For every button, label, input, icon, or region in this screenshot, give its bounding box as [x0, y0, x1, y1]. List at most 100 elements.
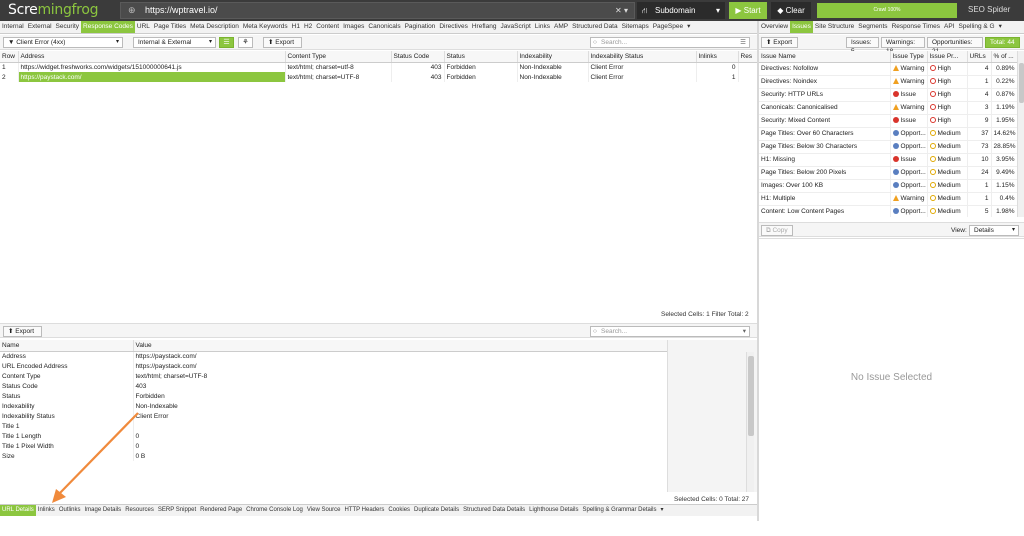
issue-urls-cell[interactable]: 1 — [967, 75, 992, 89]
cell-status[interactable]: Forbidden — [444, 62, 518, 72]
issue-urls-cell[interactable]: 24 — [967, 166, 992, 180]
scope-select[interactable]: Internal & External ▾ — [133, 37, 216, 48]
detail-search-input[interactable]: ○ Search... ▾ — [590, 326, 750, 337]
issue-percent-cell[interactable]: 14.62% — [991, 127, 1017, 141]
issue-name-cell[interactable]: Security: Mixed Content — [759, 114, 891, 128]
tab-amp[interactable]: AMP — [552, 21, 570, 33]
tab-javascript[interactable]: JavaScript — [498, 21, 532, 33]
issue-type-cell[interactable]: Issue — [890, 114, 928, 128]
bottom-tab-serp-snippet[interactable]: SERP Snippet — [156, 505, 198, 516]
cell-extra[interactable] — [738, 62, 758, 72]
issue-row[interactable]: Directives: Nofollow Warning High 4 0.89% — [759, 62, 1017, 76]
issue-name-cell[interactable]: Directives: Noindex — [759, 75, 891, 89]
issue-name-cell[interactable]: Security: HTTP URLs — [759, 88, 891, 102]
issue-type-cell[interactable]: Opport... — [890, 166, 928, 180]
tab-overflow-icon[interactable]: ▾ — [685, 21, 692, 33]
issue-urls-cell[interactable]: 1 — [967, 179, 992, 193]
issue-type-cell[interactable]: Opport... — [890, 179, 928, 193]
bottom-tab-http-headers[interactable]: HTTP Headers — [342, 505, 386, 516]
issue-name-cell[interactable]: Canonicals: Canonicalised — [759, 101, 891, 115]
bottom-tab-cookies[interactable]: Cookies — [386, 505, 412, 516]
cell-address[interactable]: https://widget.freshworks.com/widgets/15… — [18, 62, 286, 72]
tab-content[interactable]: Content — [314, 21, 341, 33]
right-tab-api[interactable]: API — [942, 21, 956, 33]
cell-address[interactable]: https://paystack.com/ — [18, 72, 286, 82]
tab-canonicals[interactable]: Canonicals — [366, 21, 402, 33]
column-header-status[interactable]: Status — [444, 51, 518, 63]
bottom-tab-url-details[interactable]: URL Details — [0, 505, 36, 516]
cell-row[interactable]: 1 — [0, 62, 19, 72]
bottom-tab-rendered-page[interactable]: Rendered Page — [198, 505, 244, 516]
tab-security[interactable]: Security — [54, 21, 81, 33]
column-header-indexability[interactable]: Indexability — [517, 51, 589, 63]
detail-scrollbar-thumb[interactable] — [748, 356, 754, 436]
detail-value-cell[interactable]: 0 — [133, 441, 667, 451]
bottom-tab-chrome-console-log[interactable]: Chrome Console Log — [244, 505, 305, 516]
bottom-tab-view-source[interactable]: View Source — [305, 505, 343, 516]
pane-divider[interactable] — [757, 21, 759, 521]
copy-button[interactable]: ⧉ Copy — [761, 225, 793, 236]
issue-type-cell[interactable]: Opport... — [890, 140, 928, 154]
detail-scrollbar[interactable] — [746, 352, 754, 492]
issues-header-issue-name[interactable]: Issue Name — [759, 51, 891, 63]
issue-urls-cell[interactable]: 10 — [967, 153, 992, 167]
issue-percent-cell[interactable]: 0.4% — [991, 192, 1017, 206]
cell-indexability[interactable]: Non-Indexable — [517, 72, 589, 82]
warnings-count-badge[interactable]: Warnings: 18 — [881, 37, 925, 55]
tab-links[interactable]: Links — [533, 21, 552, 33]
issue-percent-cell[interactable]: 1.19% — [991, 101, 1017, 115]
issue-row[interactable]: Content: Low Content Pages Opport... Mediu… — [759, 205, 1017, 217]
cell-status-code[interactable]: 403 — [391, 62, 445, 72]
issue-name-cell[interactable]: Directives: Nofollow — [759, 62, 891, 76]
issue-priority-cell[interactable]: High — [927, 101, 968, 115]
clear-button[interactable]: ◆ Clear — [771, 2, 811, 19]
cell-status-code[interactable]: 403 — [391, 72, 445, 82]
view-select[interactable]: Details ▾ — [969, 225, 1019, 236]
detail-name-cell[interactable]: Status Code — [0, 381, 134, 391]
tab-pagespee[interactable]: PageSpee — [651, 21, 685, 33]
url-input[interactable]: ⊕ https://wptravel.io/ ✕ ▾ — [120, 2, 635, 19]
issue-name-cell[interactable]: Page Titles: Below 200 Pixels — [759, 166, 891, 180]
detail-name-cell[interactable]: URL Encoded Address — [0, 361, 134, 371]
cell-content-type[interactable]: text/html; charset=utf-8 — [285, 62, 392, 72]
tab-structured-data[interactable]: Structured Data — [570, 21, 620, 33]
issue-percent-cell[interactable]: 0.87% — [991, 88, 1017, 102]
issue-percent-cell[interactable]: 1.95% — [991, 114, 1017, 128]
issue-percent-cell[interactable]: 28.85% — [991, 140, 1017, 154]
opportunities-count-badge[interactable]: Opportunities: 21 — [927, 37, 983, 55]
detail-export-button[interactable]: ⬆ Export — [3, 326, 42, 337]
detail-row[interactable]: Status Code 403 — [0, 381, 667, 391]
issue-urls-cell[interactable]: 37 — [967, 127, 992, 141]
issue-percent-cell[interactable]: 1.15% — [991, 179, 1017, 193]
issue-type-cell[interactable]: Issue — [890, 88, 928, 102]
tab-h2[interactable]: H2 — [302, 21, 314, 33]
detail-row[interactable]: Address https://paystack.com/ — [0, 351, 667, 361]
tree-view-icon[interactable]: ⚘ — [238, 37, 253, 48]
right-tab-spelling-g[interactable]: Spelling & G — [956, 21, 996, 33]
issues-scrollbar-thumb[interactable] — [1019, 63, 1024, 103]
cell-indexability[interactable]: Non-Indexable — [517, 62, 589, 72]
issue-name-cell[interactable]: Page Titles: Below 30 Characters — [759, 140, 891, 154]
issue-row[interactable]: Page Titles: Below 30 Characters Opport..… — [759, 140, 1017, 154]
start-button[interactable]: ▶ Start — [729, 2, 767, 19]
issue-type-cell[interactable]: Opport... — [890, 127, 928, 141]
bottom-tab-duplicate-details[interactable]: Duplicate Details — [412, 505, 461, 516]
url-clear-and-dropdown-icon[interactable]: ✕ ▾ — [615, 3, 628, 18]
issues-count-badge[interactable]: Issues: 5 — [846, 37, 879, 55]
detail-value-cell[interactable]: 0 — [133, 431, 667, 441]
cell-inlinks[interactable]: 1 — [696, 72, 739, 82]
detail-value-cell[interactable]: 403 — [133, 381, 667, 391]
bottom-tab-spelling-grammar-details[interactable]: Spelling & Grammar Details — [580, 505, 658, 516]
issue-row[interactable]: Canonicals: Canonicalised Warning High 3 1.1… — [759, 101, 1017, 115]
right-tab-response-times[interactable]: Response Times — [890, 21, 942, 33]
column-header-address[interactable]: Address — [18, 51, 286, 63]
issue-priority-cell[interactable]: Medium — [927, 127, 968, 141]
detail-value-cell[interactable]: https://paystack.com/ — [133, 351, 667, 361]
issue-urls-cell[interactable]: 1 — [967, 192, 992, 206]
issue-type-cell[interactable]: Warning — [890, 62, 928, 76]
detail-name-cell[interactable]: Address — [0, 351, 134, 361]
tab-images[interactable]: Images — [341, 21, 366, 33]
cell-inlinks[interactable]: 0 — [696, 62, 739, 72]
column-header-content-type[interactable]: Content Type — [285, 51, 392, 63]
issue-row[interactable]: Security: HTTP URLs Issue High 4 0.87% — [759, 88, 1017, 102]
